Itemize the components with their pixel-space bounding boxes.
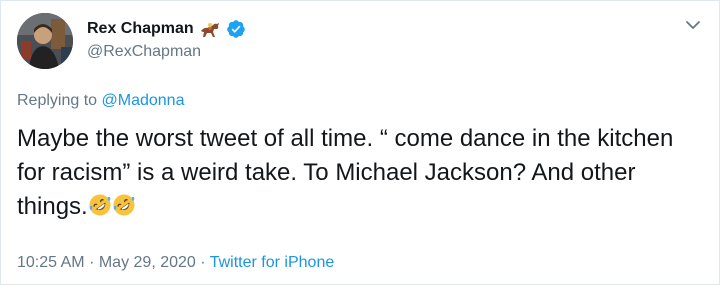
meta-separator: · [200,254,206,271]
author-name-row[interactable]: Rex Chapman [87,17,246,41]
rolling-on-floor-laughing-icon [112,193,136,217]
avatar-image [17,13,73,69]
horse-racing-icon [198,19,222,39]
replying-to: Replying to @Madonna [17,92,184,110]
tweet-card: Rex Chapman @RexChapman Replying to @Mad… [0,0,720,285]
tweet-date[interactable]: May 29, 2020 [99,254,196,271]
tweet-meta: 10:25 AM · May 29, 2020 · Twitter for iP… [17,254,334,272]
author-display-name[interactable]: Rex Chapman [87,20,194,38]
meta-separator: · [89,254,95,271]
tweet-text: Maybe the worst tweet of all time. “ com… [17,122,707,224]
rolling-on-floor-laughing-icon [88,193,112,217]
tweet-time[interactable]: 10:25 AM [17,254,85,271]
verified-badge-icon [226,19,246,39]
reply-mention-link[interactable]: @Madonna [102,92,185,109]
author-handle[interactable]: @RexChapman [87,43,201,61]
avatar[interactable] [17,13,73,69]
tweet-source-link[interactable]: Twitter for iPhone [210,254,335,271]
chevron-down-icon[interactable] [683,15,703,35]
replying-to-label: Replying to [17,92,98,109]
